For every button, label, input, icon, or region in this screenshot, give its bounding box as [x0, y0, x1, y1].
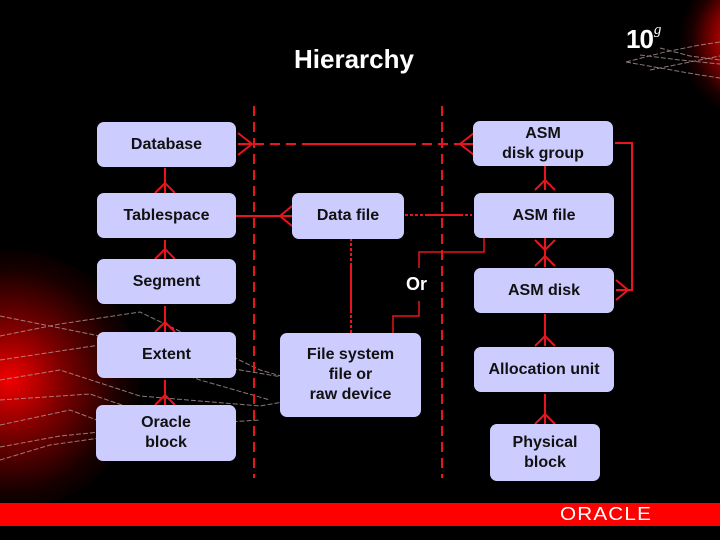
node-allocation-unit: Allocation unit	[474, 347, 614, 392]
node-tablespace: Tablespace	[97, 193, 236, 238]
node-asm-disk: ASM disk	[474, 268, 614, 313]
crowfoot-database-end	[237, 132, 254, 156]
node-file-system: File system file or raw device	[280, 333, 421, 417]
or-label: Or	[406, 274, 428, 294]
node-data-file: Data file	[292, 193, 404, 239]
node-extent: Extent	[97, 332, 236, 378]
node-asm-disk-group: ASM disk group	[473, 121, 613, 166]
connector-asm-disk-group-asm-disk	[615, 142, 633, 291]
node-database: Database	[97, 122, 236, 167]
node-oracle-block: Oracle block	[96, 405, 236, 461]
node-asm-file: ASM file	[474, 193, 614, 238]
crowfoot-asm-disk-group-end	[458, 132, 475, 156]
node-physical-block: Physical block	[490, 424, 600, 481]
oracle-logo: ORACLE	[560, 504, 653, 524]
node-segment: Segment	[97, 259, 236, 304]
